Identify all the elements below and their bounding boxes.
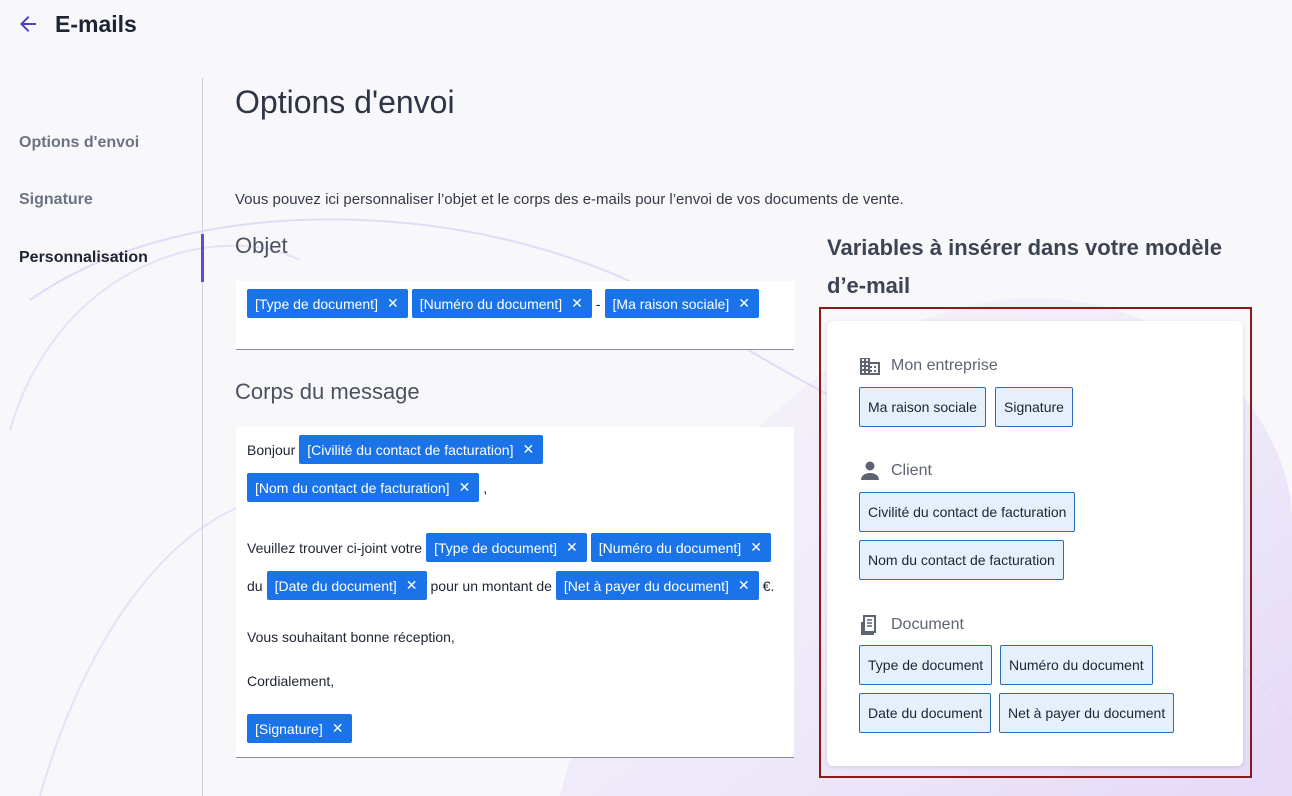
text-euro: €. [762, 577, 775, 594]
objet-title: Objet [235, 233, 288, 258]
corps-chip-date-document[interactable]: [Date du document] ✕ [266, 571, 427, 600]
remove-chip-icon[interactable]: ✕ [523, 441, 535, 458]
sidebar-item-personnalisation[interactable]: Personnalisation [0, 234, 204, 282]
text-du: du [247, 577, 263, 594]
back-button[interactable] [16, 12, 40, 36]
variable-net-a-payer[interactable]: Net à payer du document [999, 693, 1175, 733]
remove-chip-icon[interactable]: ✕ [406, 577, 418, 594]
variable-signature[interactable]: Signature [995, 387, 1073, 427]
objet-chip-raison-sociale[interactable]: [Ma raison sociale] ✕ [604, 289, 759, 318]
settings-sidebar: Options d'envoi Signature Personnalisati… [0, 78, 204, 796]
remove-chip-icon[interactable]: ✕ [738, 577, 750, 594]
text-veuillez: Veuillez trouver ci-joint votre [247, 539, 423, 556]
variable-type-document[interactable]: Type de document [859, 645, 993, 685]
remove-chip-icon[interactable]: ✕ [571, 295, 583, 312]
corps-chip-civilite[interactable]: [Civilité du contact de facturation] ✕ [299, 435, 544, 464]
corps-chip-nom-contact[interactable]: [Nom du contact de facturation] ✕ [247, 473, 480, 502]
remove-chip-icon[interactable]: ✕ [459, 479, 471, 496]
group-client: Client [859, 461, 932, 481]
text-souhait: Vous souhaitant bonne réception, [247, 629, 455, 645]
remove-chip-icon[interactable]: ✕ [738, 295, 750, 312]
person-icon [861, 461, 879, 480]
sidebar-item-options-envoi[interactable]: Options d'envoi [0, 119, 203, 167]
objet-editor[interactable]: [Type de document] ✕ [Numéro du document]… [236, 281, 794, 350]
objet-separator: - [595, 295, 601, 312]
remove-chip-icon[interactable]: ✕ [566, 539, 578, 556]
variable-date-document[interactable]: Date du document [859, 693, 992, 733]
variable-civilite-contact[interactable]: Civilité du contact de facturation [859, 492, 1076, 532]
variables-heading: Variables à insérer dans votre modèle d’… [827, 235, 1222, 298]
corps-chip-net-a-payer[interactable]: [Net à payer du document] ✕ [555, 571, 759, 600]
page-title: Options d'envoi [235, 84, 455, 120]
app-header: E-mails [0, 0, 1292, 50]
corps-chip-numero-document[interactable]: [Numéro du document] ✕ [590, 533, 771, 562]
text-comma: , [483, 479, 488, 496]
intro-text: Vous pouvez ici personnaliser l’objet et… [235, 191, 904, 208]
corps-editor[interactable]: Bonjour [Civilité du contact de facturat… [236, 427, 794, 758]
arrow-left-icon [20, 16, 36, 32]
building-icon [860, 358, 880, 375]
group-document: Document [859, 614, 964, 636]
group-mon-entreprise: Mon entreprise [859, 356, 998, 376]
objet-chip-numero-document[interactable]: [Numéro du document] ✕ [411, 289, 592, 318]
variables-card: Mon entreprise Ma raison sociale Signatu… [827, 321, 1243, 766]
text-cordialement: Cordialement, [247, 673, 335, 689]
text-montant: pour un montant de [430, 577, 552, 594]
corps-title: Corps du message [235, 379, 420, 404]
remove-chip-icon[interactable]: ✕ [332, 720, 344, 737]
remove-chip-icon[interactable]: ✕ [750, 539, 762, 556]
variable-ma-raison-sociale[interactable]: Ma raison sociale [859, 387, 986, 427]
text-bonjour: Bonjour [247, 441, 296, 458]
corps-chip-signature[interactable]: [Signature] ✕ [247, 714, 353, 743]
sidebar-item-signature[interactable]: Signature [0, 176, 203, 224]
objet-chip-type-document[interactable]: [Type de document] ✕ [247, 289, 408, 318]
variable-numero-document[interactable]: Numéro du document [1000, 645, 1153, 685]
corps-chip-type-document[interactable]: [Type de document] ✕ [426, 533, 587, 562]
page-header-title: E-mails [55, 11, 137, 37]
remove-chip-icon[interactable]: ✕ [387, 295, 399, 312]
variable-nom-contact[interactable]: Nom du contact de facturation [859, 540, 1064, 580]
document-icon [861, 615, 876, 635]
